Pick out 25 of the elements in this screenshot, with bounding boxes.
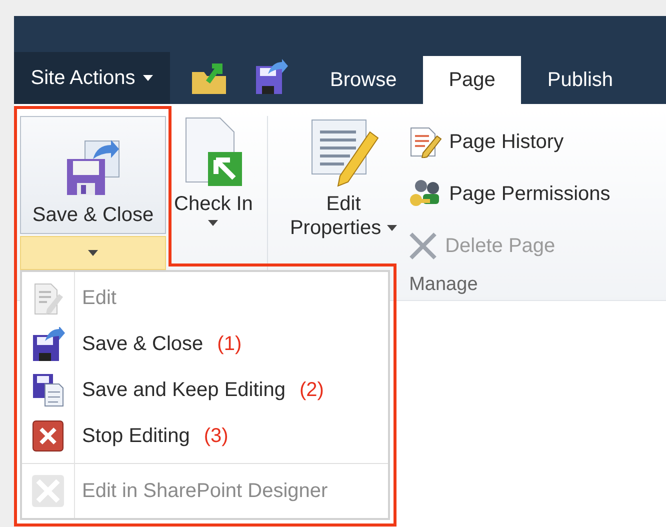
dropdown-toggle[interactable]	[20, 236, 166, 270]
save-close-button[interactable]: Save & Close	[20, 116, 166, 234]
caret-icon	[387, 225, 398, 231]
group-label: Manage	[409, 274, 479, 296]
floppy-disk-icon[interactable]	[254, 58, 290, 96]
caret-icon	[208, 220, 218, 226]
ribbon-tab[interactable]: Page	[422, 56, 522, 104]
annotation-number: (2)	[300, 378, 324, 402]
floppy-disk-icon	[31, 326, 65, 363]
caret-icon	[143, 75, 154, 81]
site-actions-menu[interactable]: Site Actions	[14, 52, 170, 104]
close-icon	[32, 420, 64, 452]
menu-item[interactable]: Save and Keep Editing (2)	[22, 368, 388, 414]
ribbon-tab[interactable]: Browse	[304, 56, 423, 104]
close-icon	[407, 230, 440, 262]
ribbon-small-button[interactable]: Page History	[407, 116, 610, 168]
annotation-number: (1)	[217, 333, 242, 356]
caret-icon	[88, 250, 98, 256]
annotation-number: (3)	[204, 424, 228, 448]
ribbon-small-button[interactable]: Page Permissions	[407, 168, 610, 220]
floppy-document-icon	[31, 372, 65, 408]
tools-icon	[31, 474, 65, 508]
menu-item[interactable]: Save & Close (1)	[22, 322, 388, 368]
ribbon-tab[interactable]: Publish	[521, 56, 640, 104]
menu-item[interactable]: Stop Editing (3)	[22, 413, 388, 460]
